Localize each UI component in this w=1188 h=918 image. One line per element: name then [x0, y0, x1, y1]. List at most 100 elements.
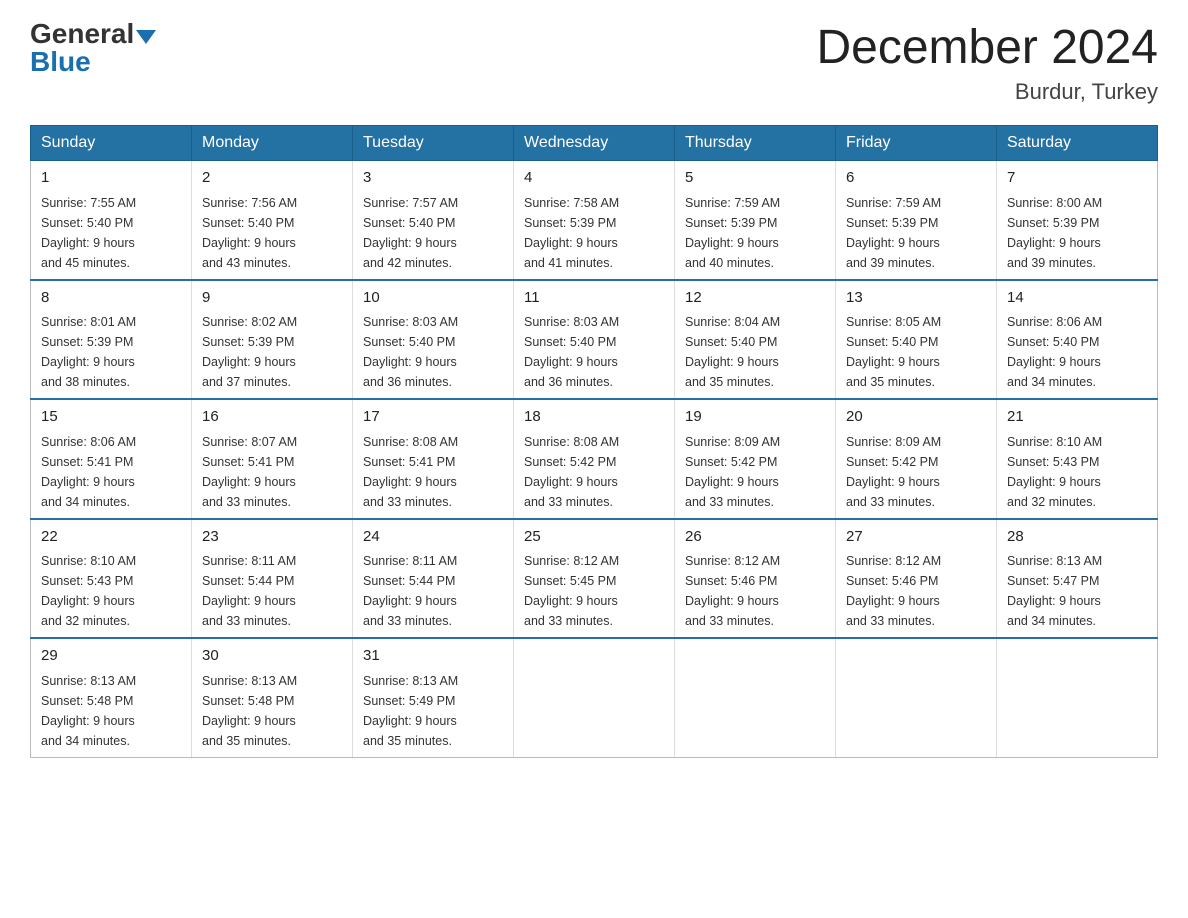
- calendar-cell: 4 Sunrise: 7:58 AMSunset: 5:39 PMDaylight…: [514, 161, 675, 280]
- calendar-cell: 11Sunrise: 8:03 AMSunset: 5:40 PMDayligh…: [514, 280, 675, 400]
- day-number: 16: [202, 406, 342, 429]
- calendar-cell: 13Sunrise: 8:05 AMSunset: 5:40 PMDayligh…: [836, 280, 997, 400]
- logo-triangle-icon: [136, 30, 156, 44]
- calendar-cell: 15 Sunrise: 8:06 AMSunset: 5:41 PMDayligh…: [31, 399, 192, 519]
- day-info: Sunrise: 8:09 AMSunset: 5:42 PMDaylight:…: [846, 432, 986, 512]
- day-number: 19: [685, 406, 825, 429]
- location-text: Burdur, Turkey: [816, 79, 1158, 105]
- day-number: 15: [41, 406, 181, 429]
- calendar-cell: 22Sunrise: 8:10 AMSunset: 5:43 PMDayligh…: [31, 519, 192, 639]
- logo-blue-text: Blue: [30, 46, 91, 77]
- day-number: 6: [846, 167, 986, 190]
- day-number: 26: [685, 526, 825, 549]
- day-number: 28: [1007, 526, 1147, 549]
- calendar-cell: 2 Sunrise: 7:56 AMSunset: 5:40 PMDaylight…: [192, 161, 353, 280]
- day-info: Sunrise: 8:06 AMSunset: 5:40 PMDaylight:…: [1007, 312, 1147, 392]
- weekday-header-sunday: Sunday: [31, 126, 192, 161]
- day-info: Sunrise: 8:03 AMSunset: 5:40 PMDaylight:…: [363, 312, 503, 392]
- day-info: Sunrise: 8:00 AMSunset: 5:39 PMDaylight:…: [1007, 193, 1147, 273]
- calendar-cell: 30 Sunrise: 8:13 AMSunset: 5:48 PMDayligh…: [192, 638, 353, 757]
- day-number: 29: [41, 645, 181, 668]
- calendar-cell: 20 Sunrise: 8:09 AMSunset: 5:42 PMDayligh…: [836, 399, 997, 519]
- calendar-table: SundayMondayTuesdayWednesdayThursdayFrid…: [30, 125, 1158, 758]
- day-number: 4: [524, 167, 664, 190]
- calendar-cell: 23Sunrise: 8:11 AMSunset: 5:44 PMDayligh…: [192, 519, 353, 639]
- calendar-cell: 28Sunrise: 8:13 AMSunset: 5:47 PMDayligh…: [997, 519, 1158, 639]
- calendar-week-row: 29 Sunrise: 8:13 AMSunset: 5:48 PMDayligh…: [31, 638, 1158, 757]
- day-number: 22: [41, 526, 181, 549]
- day-info: Sunrise: 8:11 AMSunset: 5:44 PMDaylight:…: [363, 551, 503, 631]
- logo-general-line: General: [30, 20, 156, 48]
- calendar-cell: 31 Sunrise: 8:13 AMSunset: 5:49 PMDayligh…: [353, 638, 514, 757]
- day-number: 17: [363, 406, 503, 429]
- day-info: Sunrise: 8:13 AMSunset: 5:48 PMDaylight:…: [202, 671, 342, 751]
- day-info: Sunrise: 8:09 AMSunset: 5:42 PMDaylight:…: [685, 432, 825, 512]
- calendar-cell: 25Sunrise: 8:12 AMSunset: 5:45 PMDayligh…: [514, 519, 675, 639]
- weekday-header-wednesday: Wednesday: [514, 126, 675, 161]
- calendar-cell: 24Sunrise: 8:11 AMSunset: 5:44 PMDayligh…: [353, 519, 514, 639]
- day-number: 14: [1007, 287, 1147, 310]
- day-info: Sunrise: 8:13 AMSunset: 5:49 PMDaylight:…: [363, 671, 503, 751]
- calendar-cell: [514, 638, 675, 757]
- day-number: 8: [41, 287, 181, 310]
- day-info: Sunrise: 8:12 AMSunset: 5:46 PMDaylight:…: [685, 551, 825, 631]
- day-info: Sunrise: 8:13 AMSunset: 5:48 PMDaylight:…: [41, 671, 181, 751]
- day-number: 13: [846, 287, 986, 310]
- day-number: 27: [846, 526, 986, 549]
- day-info: Sunrise: 8:10 AMSunset: 5:43 PMDaylight:…: [41, 551, 181, 631]
- calendar-cell: 26Sunrise: 8:12 AMSunset: 5:46 PMDayligh…: [675, 519, 836, 639]
- weekday-header-tuesday: Tuesday: [353, 126, 514, 161]
- weekday-header-friday: Friday: [836, 126, 997, 161]
- calendar-cell: 21Sunrise: 8:10 AMSunset: 5:43 PMDayligh…: [997, 399, 1158, 519]
- logo: General Blue: [30, 20, 156, 76]
- calendar-cell: [675, 638, 836, 757]
- calendar-cell: 17Sunrise: 8:08 AMSunset: 5:41 PMDayligh…: [353, 399, 514, 519]
- day-number: 18: [524, 406, 664, 429]
- day-info: Sunrise: 7:56 AMSunset: 5:40 PMDaylight:…: [202, 193, 342, 273]
- day-info: Sunrise: 8:04 AMSunset: 5:40 PMDaylight:…: [685, 312, 825, 392]
- calendar-week-row: 22Sunrise: 8:10 AMSunset: 5:43 PMDayligh…: [31, 519, 1158, 639]
- day-info: Sunrise: 7:59 AMSunset: 5:39 PMDaylight:…: [846, 193, 986, 273]
- day-number: 21: [1007, 406, 1147, 429]
- day-number: 2: [202, 167, 342, 190]
- calendar-cell: 10Sunrise: 8:03 AMSunset: 5:40 PMDayligh…: [353, 280, 514, 400]
- day-info: Sunrise: 8:12 AMSunset: 5:45 PMDaylight:…: [524, 551, 664, 631]
- day-info: Sunrise: 7:55 AMSunset: 5:40 PMDaylight:…: [41, 193, 181, 273]
- day-number: 20: [846, 406, 986, 429]
- day-number: 31: [363, 645, 503, 668]
- weekday-header-row: SundayMondayTuesdayWednesdayThursdayFrid…: [31, 126, 1158, 161]
- title-section: December 2024 Burdur, Turkey: [816, 20, 1158, 105]
- day-info: Sunrise: 8:03 AMSunset: 5:40 PMDaylight:…: [524, 312, 664, 392]
- day-info: Sunrise: 8:05 AMSunset: 5:40 PMDaylight:…: [846, 312, 986, 392]
- calendar-cell: 5Sunrise: 7:59 AMSunset: 5:39 PMDaylight…: [675, 161, 836, 280]
- day-info: Sunrise: 8:01 AMSunset: 5:39 PMDaylight:…: [41, 312, 181, 392]
- day-info: Sunrise: 8:12 AMSunset: 5:46 PMDaylight:…: [846, 551, 986, 631]
- calendar-cell: 29 Sunrise: 8:13 AMSunset: 5:48 PMDayligh…: [31, 638, 192, 757]
- calendar-week-row: 8Sunrise: 8:01 AMSunset: 5:39 PMDaylight…: [31, 280, 1158, 400]
- day-info: Sunrise: 8:06 AMSunset: 5:41 PMDaylight:…: [41, 432, 181, 512]
- calendar-cell: 27Sunrise: 8:12 AMSunset: 5:46 PMDayligh…: [836, 519, 997, 639]
- calendar-cell: [836, 638, 997, 757]
- calendar-cell: 6 Sunrise: 7:59 AMSunset: 5:39 PMDaylight…: [836, 161, 997, 280]
- day-number: 11: [524, 287, 664, 310]
- day-info: Sunrise: 7:58 AMSunset: 5:39 PMDaylight:…: [524, 193, 664, 273]
- weekday-header-thursday: Thursday: [675, 126, 836, 161]
- day-number: 3: [363, 167, 503, 190]
- calendar-cell: 7 Sunrise: 8:00 AMSunset: 5:39 PMDaylight…: [997, 161, 1158, 280]
- month-title: December 2024: [816, 20, 1158, 75]
- calendar-week-row: 15 Sunrise: 8:06 AMSunset: 5:41 PMDayligh…: [31, 399, 1158, 519]
- day-number: 7: [1007, 167, 1147, 190]
- calendar-cell: 9Sunrise: 8:02 AMSunset: 5:39 PMDaylight…: [192, 280, 353, 400]
- day-info: Sunrise: 8:02 AMSunset: 5:39 PMDaylight:…: [202, 312, 342, 392]
- day-number: 30: [202, 645, 342, 668]
- weekday-header-saturday: Saturday: [997, 126, 1158, 161]
- calendar-cell: 1Sunrise: 7:55 AMSunset: 5:40 PMDaylight…: [31, 161, 192, 280]
- day-info: Sunrise: 7:59 AMSunset: 5:39 PMDaylight:…: [685, 193, 825, 273]
- calendar-cell: 16Sunrise: 8:07 AMSunset: 5:41 PMDayligh…: [192, 399, 353, 519]
- calendar-cell: 8Sunrise: 8:01 AMSunset: 5:39 PMDaylight…: [31, 280, 192, 400]
- day-number: 25: [524, 526, 664, 549]
- day-number: 10: [363, 287, 503, 310]
- calendar-week-row: 1Sunrise: 7:55 AMSunset: 5:40 PMDaylight…: [31, 161, 1158, 280]
- page-header: General Blue December 2024 Burdur, Turke…: [30, 20, 1158, 105]
- day-number: 24: [363, 526, 503, 549]
